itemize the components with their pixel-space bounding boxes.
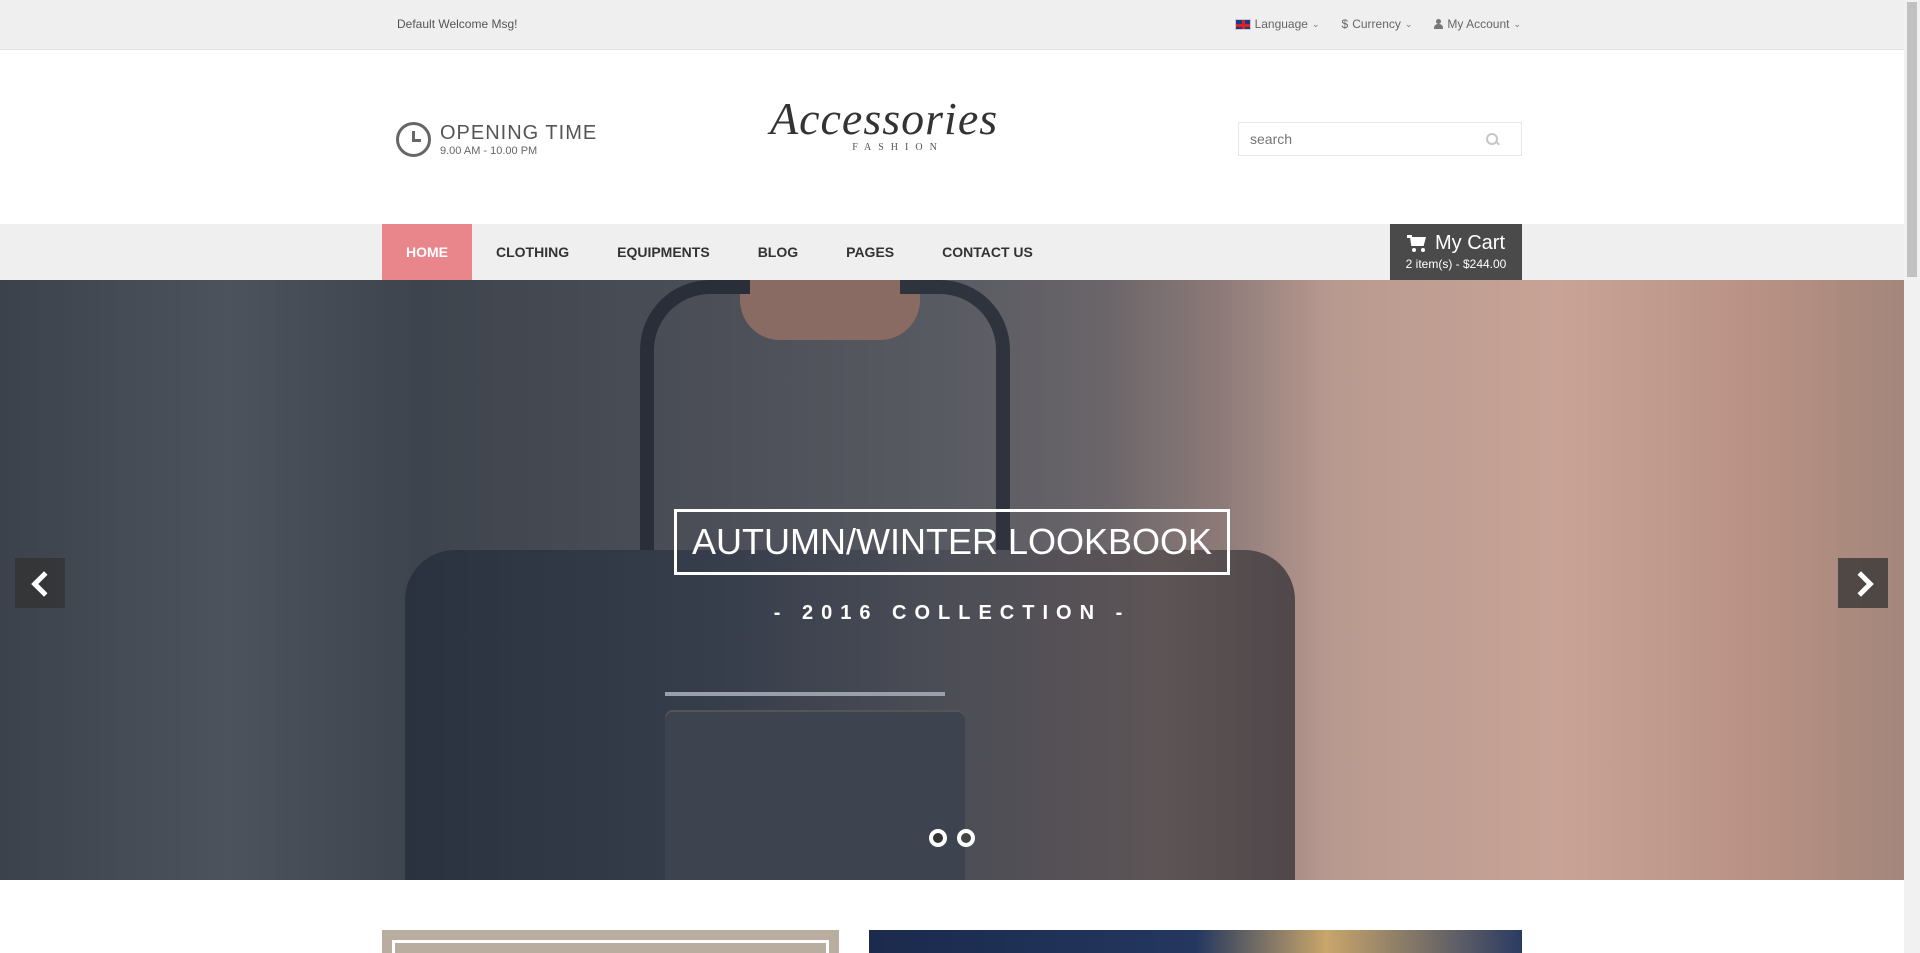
promo-banner-left[interactable]: [382, 930, 839, 953]
hero-image-pocket: [665, 710, 965, 880]
account-label: My Account: [1447, 17, 1510, 31]
search-icon[interactable]: [1486, 133, 1498, 145]
nav-item-equipments[interactable]: EQUIPMENTS: [593, 224, 734, 280]
hero-image-zipper: [665, 692, 945, 696]
chevron-down-icon: ⌄: [1513, 18, 1521, 29]
cart-label: My Cart: [1435, 232, 1505, 254]
nav-item-pages[interactable]: PAGES: [822, 224, 918, 280]
page-scrollbar[interactable]: [1904, 0, 1920, 953]
slide-subtitle: - 2016 COLLECTION -: [773, 602, 1131, 624]
user-icon: [1434, 19, 1444, 29]
opening-time-title: OPENING TIME: [440, 121, 598, 144]
chevron-left-icon[interactable]: [15, 558, 65, 608]
opening-time: OPENING TIME 9.00 AM - 10.00 PM: [396, 122, 597, 157]
language-label: Language: [1254, 17, 1308, 31]
logo-script: Accessories: [770, 93, 999, 144]
slider-dot-1[interactable]: [929, 829, 947, 847]
slider-dot-2[interactable]: [957, 829, 975, 847]
search-input[interactable]: [1239, 123, 1469, 155]
nav-item-blog[interactable]: BLOG: [734, 224, 822, 280]
currency-label: Currency: [1352, 17, 1401, 31]
hero-image-hand: [740, 280, 920, 340]
cart-summary: 2 item(s) - $244.00: [1405, 257, 1507, 271]
chevron-down-icon: ⌄: [1404, 18, 1413, 29]
hero-slider: AUTUMN/WINTER LOOKBOOK - 2016 COLLECTION…: [0, 280, 1904, 880]
nav-item-clothing[interactable]: CLOTHING: [472, 224, 593, 280]
top-bar: Default Welcome Msg! Language ⌄ $ Curren…: [0, 0, 1904, 50]
clock-icon: [396, 122, 431, 157]
chevron-right-icon[interactable]: [1838, 558, 1888, 608]
slider-dots: [929, 829, 975, 847]
slide-caption-box: AUTUMN/WINTER LOOKBOOK: [674, 509, 1230, 575]
shopping-cart-icon: [1407, 235, 1427, 252]
my-account-menu[interactable]: My Account ⌄: [1434, 17, 1521, 31]
language-selector[interactable]: Language ⌄: [1234, 17, 1320, 31]
welcome-message: Default Welcome Msg!: [397, 17, 518, 31]
currency-selector[interactable]: $ Currency ⌄: [1342, 17, 1413, 31]
dollar-icon: $: [1341, 17, 1349, 31]
main-nav: HOME CLOTHING EQUIPMENTS BLOG PAGES CONT…: [0, 224, 1904, 280]
cart-button[interactable]: My Cart 2 item(s) - $244.00: [1390, 224, 1522, 280]
top-tools: Language ⌄ $ Currency ⌄ My Account ⌄: [1234, 17, 1521, 31]
promo-banner-right[interactable]: [869, 930, 1522, 953]
slide-title: AUTUMN/WINTER LOOKBOOK: [691, 521, 1213, 562]
scrollbar-thumb[interactable]: [1907, 2, 1917, 277]
nav-item-home[interactable]: HOME: [382, 224, 472, 280]
site-logo[interactable]: Accessories FASHION: [770, 92, 999, 172]
search-box: [1238, 122, 1522, 156]
opening-hours: 9.00 AM - 10.00 PM: [440, 144, 538, 157]
uk-flag-icon: [1234, 18, 1251, 30]
nav-item-contact-us[interactable]: CONTACT US: [918, 224, 1057, 280]
chevron-down-icon: ⌄: [1311, 18, 1320, 29]
